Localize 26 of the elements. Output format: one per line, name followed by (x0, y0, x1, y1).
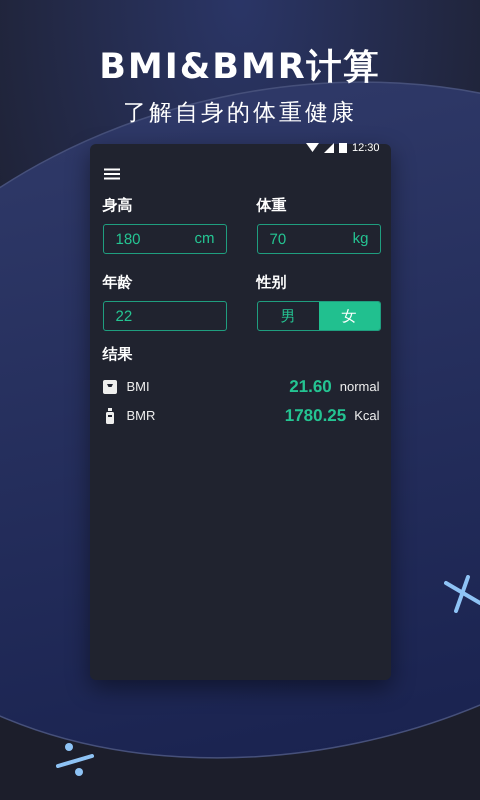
result-value: 1780.25 (284, 406, 346, 426)
multiply-icon (444, 575, 480, 613)
result-name: BMI (126, 379, 151, 394)
headline: BMI&BMR计算 (99, 46, 381, 89)
result-unit: Kcal (354, 408, 380, 423)
unit-label: cm (194, 230, 214, 248)
battery-icon (338, 143, 347, 153)
bottle-icon (104, 408, 114, 424)
wifi-icon (306, 143, 319, 153)
result-name: BMR (126, 408, 156, 423)
divide-icon (54, 742, 96, 778)
result-unit: normal (340, 379, 380, 394)
gender-option[interactable]: 男 (258, 302, 318, 330)
subtitle: 了解自身的体重健康 (122, 99, 357, 128)
scale-icon (102, 380, 116, 394)
field-label: 年龄 (102, 273, 134, 292)
result-value: 21.60 (289, 376, 332, 396)
field-label: 性别 (256, 273, 288, 292)
status-time: 12:30 (352, 142, 380, 154)
unit-label: kg (352, 230, 368, 248)
signal-icon (324, 143, 334, 153)
field-label: 身高 (102, 196, 134, 215)
section-title: 结果 (102, 344, 134, 364)
menu-icon[interactable] (104, 168, 120, 180)
field-label: 体重 (256, 196, 288, 215)
input-field[interactable]: 22 (102, 301, 226, 331)
